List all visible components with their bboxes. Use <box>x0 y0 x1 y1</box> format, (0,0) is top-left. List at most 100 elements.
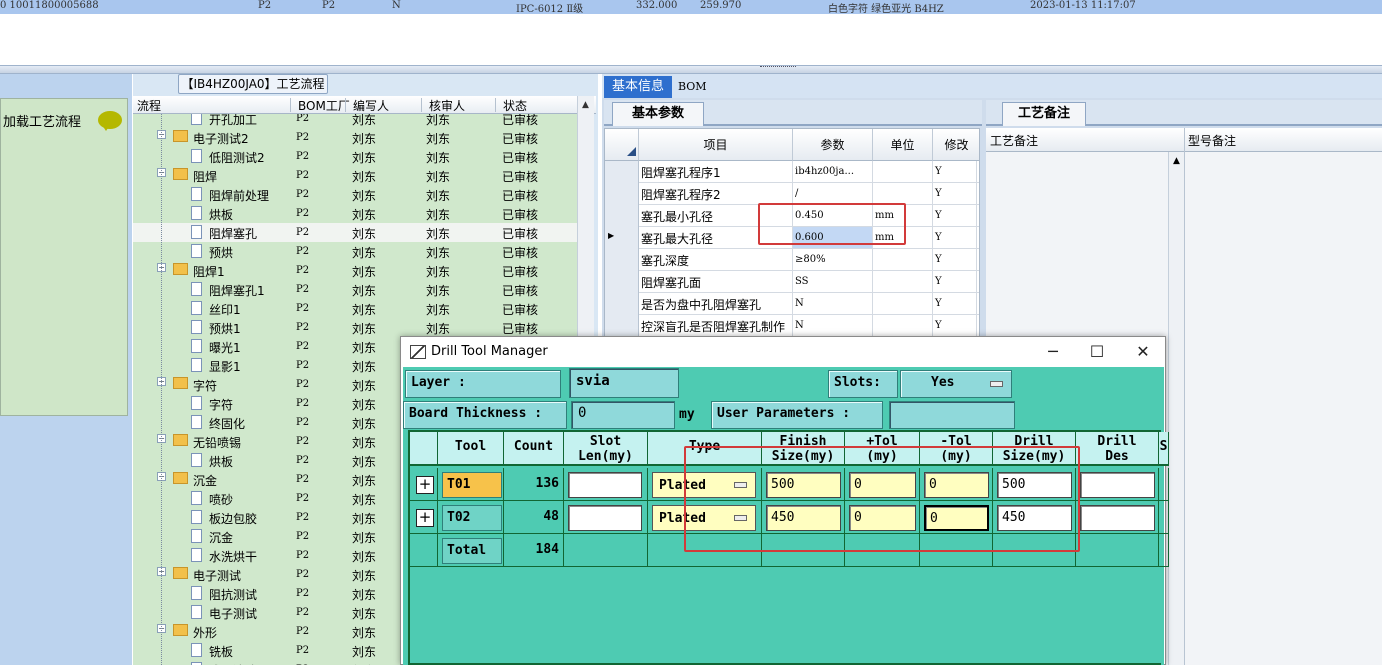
param-row[interactable]: ▶ 塞孔最大孔径 0.600 mm Y <box>605 227 979 249</box>
tree-row[interactable]: 烘板 P2 刘东 刘东 已审核 <box>133 204 577 223</box>
grid-header-10[interactable]: S <box>1159 432 1169 466</box>
maximize-icon[interactable]: ☐ <box>1077 340 1117 364</box>
grid-header-9[interactable]: Drill Des <box>1076 432 1159 466</box>
drill-size-field[interactable]: 500 <box>997 472 1072 498</box>
dropdown-icon[interactable] <box>734 482 747 488</box>
horizontal-splitter[interactable] <box>0 66 1382 74</box>
row-header[interactable] <box>605 161 639 183</box>
row-header[interactable] <box>605 315 639 337</box>
grid-header-2[interactable]: Count <box>504 432 564 466</box>
grid-header-7[interactable]: -Tol (my) <box>920 432 993 466</box>
row-header[interactable] <box>605 249 639 271</box>
tree-row[interactable]: 阻焊塞孔1 P2 刘东 刘东 已审核 <box>133 280 577 299</box>
tab-basic-info[interactable]: 基本信息 <box>604 76 672 98</box>
tool-button[interactable]: T02 <box>442 505 502 531</box>
tree-row[interactable]: 阻焊塞孔 P2 刘东 刘东 已审核 <box>133 223 577 242</box>
finish-size-field[interactable]: 450 <box>766 505 841 531</box>
param-row[interactable]: 塞孔最小孔径 0.450 mm Y <box>605 205 979 227</box>
drill-des-field[interactable] <box>1080 505 1155 531</box>
dropdown-icon[interactable] <box>734 515 747 521</box>
tree-row[interactable]: 阻焊前处理 P2 刘东 刘东 已审核 <box>133 185 577 204</box>
drill-tool-manager-window[interactable]: Drill Tool Manager ─ ☐ ✕ Layer : svia Sl… <box>400 336 1169 665</box>
grid-header-8[interactable]: Drill Size(my) <box>993 432 1076 466</box>
document-icon <box>191 187 202 201</box>
speech-bubble-icon[interactable] <box>98 111 122 131</box>
slots-select[interactable]: Yes <box>900 370 1012 398</box>
grid-header-5[interactable]: Finish Size(my) <box>762 432 845 466</box>
expand-row-icon[interactable]: + <box>416 476 434 494</box>
plus-tol-field[interactable]: 0 <box>849 505 916 531</box>
grid-header-6[interactable]: +Tol (my) <box>845 432 920 466</box>
param-row[interactable]: 阻焊塞孔程序1 ib4hz00ja... Y <box>605 161 979 183</box>
param-col-value[interactable]: 参数 <box>793 129 873 161</box>
param-value-cell[interactable] <box>793 315 873 336</box>
user-parameters-field[interactable] <box>889 401 1015 429</box>
plus-tol-field[interactable]: 0 <box>849 472 916 498</box>
tree-row[interactable]: −电子测试2P2刘东刘东已审核 <box>133 128 577 147</box>
grid-header-4[interactable]: Type <box>648 432 762 466</box>
board-thickness-field[interactable]: 0 <box>571 401 675 429</box>
document-icon <box>191 301 202 315</box>
window-titlebar[interactable]: Drill Tool Manager ─ ☐ ✕ <box>401 337 1165 367</box>
type-select[interactable]: Plated <box>652 472 756 498</box>
tree-col-bom[interactable]: BOM工厂 <box>298 97 350 114</box>
param-grid[interactable]: 项目 参数 单位 修改 阻焊塞孔程序1 ib4hz00ja... Y 阻焊塞孔程序2 /… <box>604 128 980 338</box>
close-icon[interactable]: ✕ <box>1123 340 1163 364</box>
tree-col-status[interactable]: 状态 <box>503 97 527 114</box>
grid-cell <box>648 534 762 567</box>
minus-tol-field[interactable]: 0 <box>924 505 989 531</box>
param-value-cell[interactable] <box>793 293 873 314</box>
tree-row[interactable]: 开孔加工 P2 刘东 刘东 已审核 <box>133 114 577 128</box>
tree-row[interactable]: 低阻测试2 P2 刘东 刘东 已审核 <box>133 147 577 166</box>
job-summary-row[interactable]: 0 10011800005688 P2 P2 N IPC-6012 Ⅱ级 332… <box>0 0 1382 15</box>
tree-row[interactable]: −阻焊P2刘东刘东已审核 <box>133 166 577 185</box>
param-col-item[interactable]: 项目 <box>639 129 793 161</box>
tree-row[interactable]: −阻焊1P2刘东刘东已审核 <box>133 261 577 280</box>
scroll-up-icon[interactable]: ▲ <box>582 100 589 110</box>
row-header[interactable] <box>605 205 639 227</box>
tree-row[interactable]: 丝印1 P2 刘东 刘东 已审核 <box>133 299 577 318</box>
dropdown-icon[interactable] <box>990 381 1003 387</box>
tree-row-reviewer: 刘东 <box>426 114 451 127</box>
remark-col-model[interactable]: 型号备注 <box>1188 132 1236 149</box>
remark-col-process[interactable]: 工艺备注 <box>990 132 1038 149</box>
load-process-card[interactable]: 加载工艺流程 <box>0 98 128 416</box>
row-header[interactable] <box>605 293 639 315</box>
finish-size-field[interactable]: 500 <box>766 472 841 498</box>
scroll-up-icon[interactable]: ▲ <box>1173 156 1180 166</box>
slot-length-field[interactable] <box>568 472 642 498</box>
param-row[interactable]: 阻焊塞孔面 SS Y <box>605 271 979 293</box>
slot-length-field[interactable] <box>568 505 642 531</box>
tree-col-writer[interactable]: 编写人 <box>353 97 389 114</box>
grid-header-1[interactable]: Tool <box>438 432 504 466</box>
tool-button[interactable]: T01 <box>442 472 502 498</box>
param-row[interactable]: 控深盲孔是否阻焊塞孔制作 N Y <box>605 315 979 337</box>
drill-size-field[interactable]: 450 <box>997 505 1072 531</box>
param-value-cell[interactable] <box>793 183 873 204</box>
tree-col-flow[interactable]: 流程 <box>137 97 161 114</box>
tool-grid[interactable]: Tool Count Slot Len(my) Type Finish Size(my) +T… <box>408 430 1169 665</box>
layer-field[interactable]: svia <box>569 368 679 398</box>
type-select[interactable]: Plated <box>652 505 756 531</box>
param-col-modify[interactable]: 修改 <box>933 129 979 161</box>
expand-row-icon[interactable]: + <box>416 509 434 527</box>
grid-header-3[interactable]: Slot Len(my) <box>564 432 648 466</box>
row-header[interactable]: ▶ <box>605 227 639 249</box>
param-row[interactable]: 是否为盘中孔阻焊塞孔 N Y <box>605 293 979 315</box>
grid-header-0[interactable] <box>410 432 438 466</box>
tree-col-reviewer[interactable]: 核审人 <box>429 97 465 114</box>
remark-scrollbar[interactable]: ▲ <box>1168 152 1184 665</box>
param-row[interactable]: 塞孔深度 ≥80% Y <box>605 249 979 271</box>
param-row[interactable]: 阻焊塞孔程序2 / Y <box>605 183 979 205</box>
tab-bom[interactable]: BOM <box>678 80 707 93</box>
drill-des-field[interactable] <box>1080 472 1155 498</box>
row-header[interactable] <box>605 183 639 205</box>
param-col-unit[interactable]: 单位 <box>873 129 933 161</box>
minimize-icon[interactable]: ─ <box>1033 340 1073 364</box>
tree-row[interactable]: 预烘 P2 刘东 刘东 已审核 <box>133 242 577 261</box>
row-header[interactable] <box>605 271 639 293</box>
tab-process-remarks[interactable]: 工艺备注 <box>1002 102 1086 126</box>
minus-tol-field[interactable]: 0 <box>924 472 989 498</box>
tree-row[interactable]: 预烘1 P2 刘东 刘东 已审核 <box>133 318 577 337</box>
tab-basic-params[interactable]: 基本参数 <box>612 102 704 126</box>
